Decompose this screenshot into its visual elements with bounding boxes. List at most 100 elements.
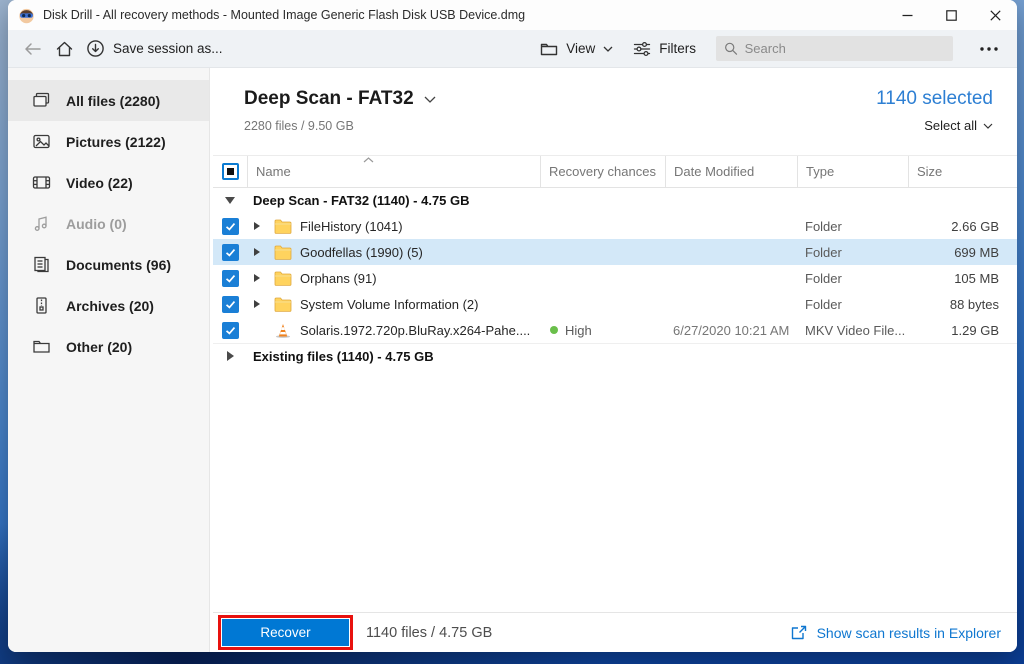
table-row[interactable]: Solaris.1972.720p.BluRay.x264-Pahe.... H… [213,317,1017,343]
check-icon [224,220,237,233]
sidebar-item-video[interactable]: Video (22) [8,162,209,203]
folder-icon [274,297,292,312]
open-external-icon [790,624,808,641]
back-button[interactable] [16,34,48,64]
file-name: System Volume Information (2) [300,297,478,312]
sidebar-item-all-files[interactable]: All files (2280) [8,80,209,121]
sidebar-item-label: Archives (20) [66,298,154,314]
file-type: Folder [797,219,908,234]
column-header-name[interactable]: Name [247,156,540,187]
expand-arrow-icon[interactable] [254,300,260,308]
group-label: Existing files (1140) - 4.75 GB [247,349,1017,364]
close-icon [990,10,1001,21]
filters-button[interactable]: Filters [633,41,696,57]
check-icon [224,272,237,285]
view-label: View [566,41,595,56]
search-box[interactable] [716,36,953,61]
selected-count: 1140 selected [876,88,993,110]
expand-arrow-icon[interactable] [227,351,234,361]
sidebar-item-pictures[interactable]: Pictures (2122) [8,121,209,162]
column-header-type[interactable]: Type [797,156,908,187]
archives-icon [32,296,51,315]
selection-summary: 1140 files / 4.75 GB [366,625,492,641]
show-in-explorer-label: Show scan results in Explorer [817,625,1001,641]
table-row[interactable]: Orphans (91) Folder 105 MB [213,265,1017,291]
scan-title-dropdown[interactable]: Deep Scan - FAT32 [244,88,436,110]
file-name: FileHistory (1041) [300,219,403,234]
expand-arrow-icon[interactable] [254,274,260,282]
group-row-existing-files[interactable]: Existing files (1140) - 4.75 GB [213,343,1017,368]
title-bar: Disk Drill - All recovery methods - Moun… [8,0,1017,30]
collapse-arrow-icon[interactable] [225,197,235,204]
minimize-button[interactable] [885,0,929,30]
all-files-icon [32,91,51,110]
sidebar-item-documents[interactable]: Documents (96) [8,244,209,285]
file-name: Orphans (91) [300,271,377,286]
expand-arrow-icon[interactable] [254,222,260,230]
sidebar-item-label: Pictures (2122) [66,134,166,150]
column-header-size[interactable]: Size [908,156,1017,187]
file-size: 88 bytes [908,297,1017,312]
sidebar-item-label: All files (2280) [66,93,160,109]
sidebar-item-other[interactable]: Other (20) [8,326,209,367]
close-button[interactable] [973,0,1017,30]
scan-subtitle: 2280 files / 9.50 GB [244,119,436,133]
recover-button[interactable]: Recover [222,619,349,646]
check-icon [224,246,237,259]
pictures-icon [32,132,51,151]
chevron-down-icon [983,123,993,129]
table-row[interactable]: System Volume Information (2) Folder 88 … [213,291,1017,317]
select-all-checkbox[interactable] [222,163,239,180]
table-row[interactable]: FileHistory (1041) Folder 2.66 GB [213,213,1017,239]
row-checkbox[interactable] [222,218,239,235]
folder-icon [274,271,292,286]
show-in-explorer-link[interactable]: Show scan results in Explorer [790,624,1001,641]
sidebar-item-label: Audio (0) [66,216,127,232]
check-icon [224,298,237,311]
chevron-down-icon [424,96,436,103]
search-icon [724,41,738,56]
documents-icon [32,255,51,274]
row-checkbox[interactable] [222,270,239,287]
maximize-button[interactable] [929,0,973,30]
folder-icon [274,245,292,260]
row-checkbox[interactable] [222,322,239,339]
other-icon [32,337,51,356]
column-header-recovery[interactable]: Recovery chances [540,156,665,187]
file-size: 1.29 GB [908,323,1017,338]
row-checkbox[interactable] [222,296,239,313]
sidebar-item-label: Other (20) [66,339,132,355]
expand-arrow-icon[interactable] [254,248,260,256]
sidebar-item-archives[interactable]: Archives (20) [8,285,209,326]
column-header-date[interactable]: Date Modified [665,156,797,187]
filters-icon [633,41,651,57]
file-size: 2.66 GB [908,219,1017,234]
group-row-deep-scan[interactable]: Deep Scan - FAT32 (1140) - 4.75 GB [213,188,1017,213]
save-session-label: Save session as... [113,41,223,56]
sidebar-item-audio[interactable]: Audio (0) [8,203,209,244]
more-options-button[interactable] [973,34,1005,64]
back-arrow-icon [24,42,41,56]
toolbar: Save session as... View Filters [8,30,1017,68]
app-icon [18,7,35,24]
save-session-button[interactable]: Save session as... [86,39,223,58]
file-name: Goodfellas (1990) (5) [300,245,423,260]
sidebar: All files (2280) Pictures (2122) Video (… [8,68,210,652]
maximize-icon [946,10,957,21]
video-icon [32,173,51,192]
sidebar-item-label: Documents (96) [66,257,171,273]
sort-ascending-icon [363,157,374,163]
file-type: Folder [797,297,908,312]
search-input[interactable] [745,41,945,56]
file-type: MKV Video File... [797,323,908,338]
results-table: Name Recovery chances Date Modified Type… [210,155,1017,652]
high-chance-dot-icon [550,326,558,334]
home-button[interactable] [48,34,80,64]
audio-icon [32,214,51,233]
view-dropdown[interactable]: View [540,41,613,57]
select-all-label: Select all [924,118,977,133]
select-all-dropdown[interactable]: Select all [924,118,993,133]
row-checkbox[interactable] [222,244,239,261]
group-label: Deep Scan - FAT32 (1140) - 4.75 GB [247,193,1017,208]
table-row-selected[interactable]: Goodfellas (1990) (5) Folder 699 MB [213,239,1017,265]
